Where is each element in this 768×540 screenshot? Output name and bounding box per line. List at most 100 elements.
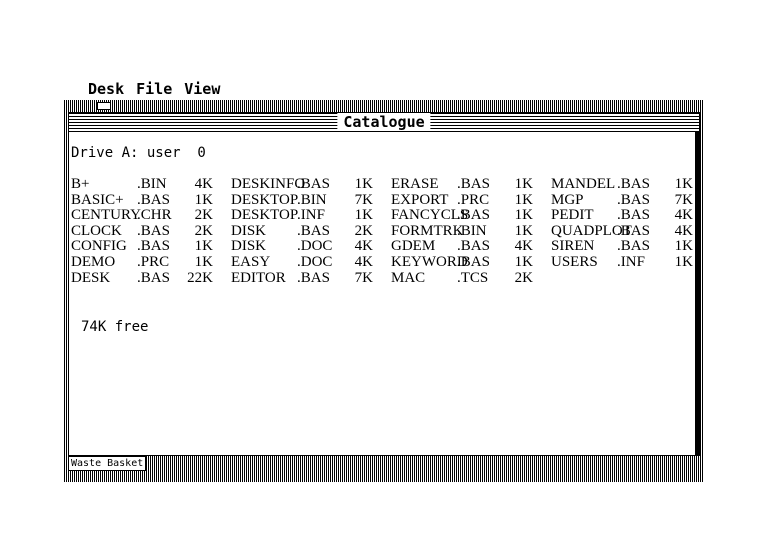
- file-entry[interactable]: MANDEL .BAS 1K: [551, 176, 711, 193]
- file-extension: .BAS: [297, 269, 330, 286]
- file-entry[interactable]: GDEM .BAS 4K: [391, 239, 551, 255]
- file-name: GDEM: [391, 238, 436, 255]
- file-extension: .BAS: [617, 222, 650, 239]
- file-entry[interactable]: FANCYCLS .BAS 1K: [391, 208, 551, 224]
- menu-bar: Desk File View: [82, 80, 226, 98]
- window-content: Drive A: user 0 B+ .BIN 4K BASIC+ .BAS 1K CENT…: [71, 139, 699, 455]
- file-entry[interactable]: MAC .TCS 2K: [391, 269, 551, 287]
- file-entry[interactable]: SIREN .BAS 1K: [551, 239, 711, 255]
- file-entry[interactable]: DEMO .PRC 1K: [71, 253, 231, 271]
- file-size: 1K: [194, 238, 213, 255]
- file-name: EASY: [231, 253, 271, 270]
- waste-basket-icon[interactable]: Waste Basket: [68, 456, 147, 471]
- file-extension: .INF: [617, 253, 645, 270]
- file-column: ERASE .BAS 1K EXPORT .PRC 1K FANCYCLS .BAS 1K FOR…: [391, 176, 551, 287]
- file-name: EXPORT: [391, 191, 449, 208]
- file-name: CENTURY: [71, 207, 142, 224]
- file-extension: .PRC: [457, 191, 490, 208]
- file-size: 4K: [354, 253, 373, 270]
- file-column: B+ .BIN 4K BASIC+ .BAS 1K CENTURY .CHR 2K CLOCK .B…: [71, 176, 231, 287]
- file-name: BASIC+: [71, 191, 124, 208]
- file-extension: .CHR: [137, 207, 172, 224]
- file-entry[interactable]: CONFIG .BAS 1K: [71, 239, 231, 255]
- file-entry[interactable]: MGP .BAS 7K: [551, 191, 711, 209]
- file-size: 4K: [514, 238, 533, 255]
- file-entry[interactable]: DISK .DOC 4K: [231, 239, 391, 255]
- file-name: DESKINFO: [231, 176, 306, 192]
- catalogue-window: Catalogue Drive A: user 0 B+ .BIN 4K BASIC+…: [68, 102, 700, 456]
- file-name: ERASE: [391, 176, 439, 192]
- file-extension: .BIN: [297, 191, 327, 208]
- file-entry[interactable]: DESKTOP .BIN 7K: [231, 191, 391, 209]
- file-extension: .BAS: [617, 207, 650, 224]
- file-extension: .BAS: [137, 191, 170, 208]
- file-size: 1K: [514, 207, 533, 224]
- file-entry[interactable]: FORMTRK .BIN 1K: [391, 222, 551, 240]
- file-extension: .DOC: [297, 238, 333, 255]
- file-name: USERS: [551, 253, 598, 270]
- window-titlebar[interactable]: Catalogue: [69, 113, 699, 132]
- file-name: DEMO: [71, 253, 116, 270]
- file-extension: .BAS: [297, 176, 330, 192]
- file-entry[interactable]: B+ .BIN 4K: [71, 176, 231, 193]
- file-size: 1K: [354, 207, 373, 224]
- file-entry[interactable]: QUADPLOT .BAS 4K: [551, 222, 711, 240]
- file-entry[interactable]: BASIC+ .BAS 1K: [71, 191, 231, 209]
- file-size: 1K: [194, 253, 213, 270]
- free-space: 74K free: [81, 319, 149, 335]
- file-entry[interactable]: EDITOR .BAS 7K: [231, 269, 391, 287]
- file-entry[interactable]: ERASE .BAS 1K: [391, 176, 551, 193]
- menu-view[interactable]: View: [178, 80, 226, 98]
- close-box-icon[interactable]: [97, 102, 111, 110]
- file-extension: .INF: [297, 207, 325, 224]
- file-name: CONFIG: [71, 238, 127, 255]
- file-extension: .BAS: [457, 176, 490, 192]
- file-extension: .DOC: [297, 253, 333, 270]
- file-size: 1K: [514, 253, 533, 270]
- file-extension: .BAS: [137, 222, 170, 239]
- file-size: 4K: [674, 207, 693, 224]
- file-size: 7K: [354, 191, 373, 208]
- menu-file[interactable]: File: [130, 80, 178, 98]
- file-extension: .PRC: [137, 253, 170, 270]
- file-name: MAC: [391, 269, 426, 286]
- file-entry[interactable]: EXPORT .PRC 1K: [391, 191, 551, 209]
- file-size: 7K: [354, 269, 373, 286]
- file-extension: .BIN: [137, 176, 167, 192]
- file-entry[interactable]: KEYWORD .BAS 1K: [391, 253, 551, 271]
- file-name: MANDEL: [551, 176, 616, 192]
- file-extension: .BAS: [457, 238, 490, 255]
- file-extension: .BIN: [457, 222, 487, 239]
- file-size: 7K: [674, 191, 693, 208]
- file-extension: .BAS: [457, 253, 490, 270]
- file-name: MGP: [551, 191, 584, 208]
- file-name: FORMTRK: [391, 222, 464, 239]
- file-size: 1K: [674, 176, 693, 192]
- file-name: DISK: [231, 238, 267, 255]
- file-size: 22K: [187, 269, 213, 286]
- file-column: MANDEL .BAS 1K MGP .BAS 7K PEDIT .BAS 4K QUADPLOT…: [551, 176, 711, 286]
- file-column: DESKINFO .BAS 1K DESKTOP .BIN 7K DESKTOP .INF 1K…: [231, 176, 391, 287]
- file-entry[interactable]: CLOCK .BAS 2K: [71, 222, 231, 240]
- file-entry[interactable]: CENTURY .CHR 2K: [71, 208, 231, 224]
- file-extension: .BAS: [297, 222, 330, 239]
- file-entry[interactable]: DISK .BAS 2K: [231, 222, 391, 240]
- file-entry[interactable]: PEDIT .BAS 4K: [551, 208, 711, 224]
- file-size: 2K: [354, 222, 373, 239]
- file-size: 1K: [194, 191, 213, 208]
- file-extension: .TCS: [457, 269, 489, 286]
- file-entry[interactable]: EASY .DOC 4K: [231, 253, 391, 271]
- file-entry[interactable]: DESKTOP .INF 1K: [231, 208, 391, 224]
- file-name: DISK: [231, 222, 267, 239]
- file-name: KEYWORD: [391, 253, 468, 270]
- file-entry[interactable]: USERS .INF 1K: [551, 253, 711, 271]
- menu-desk[interactable]: Desk: [82, 80, 130, 98]
- file-entry[interactable]: DESK .BAS 22K: [71, 269, 231, 287]
- file-entry[interactable]: DESKINFO .BAS 1K: [231, 176, 391, 193]
- file-name: PEDIT: [551, 207, 594, 224]
- file-name: SIREN: [551, 238, 595, 255]
- file-name: DESKTOP: [231, 207, 299, 224]
- file-extension: .BAS: [617, 176, 650, 192]
- file-size: 1K: [674, 238, 693, 255]
- file-name: QUADPLOT: [551, 222, 632, 239]
